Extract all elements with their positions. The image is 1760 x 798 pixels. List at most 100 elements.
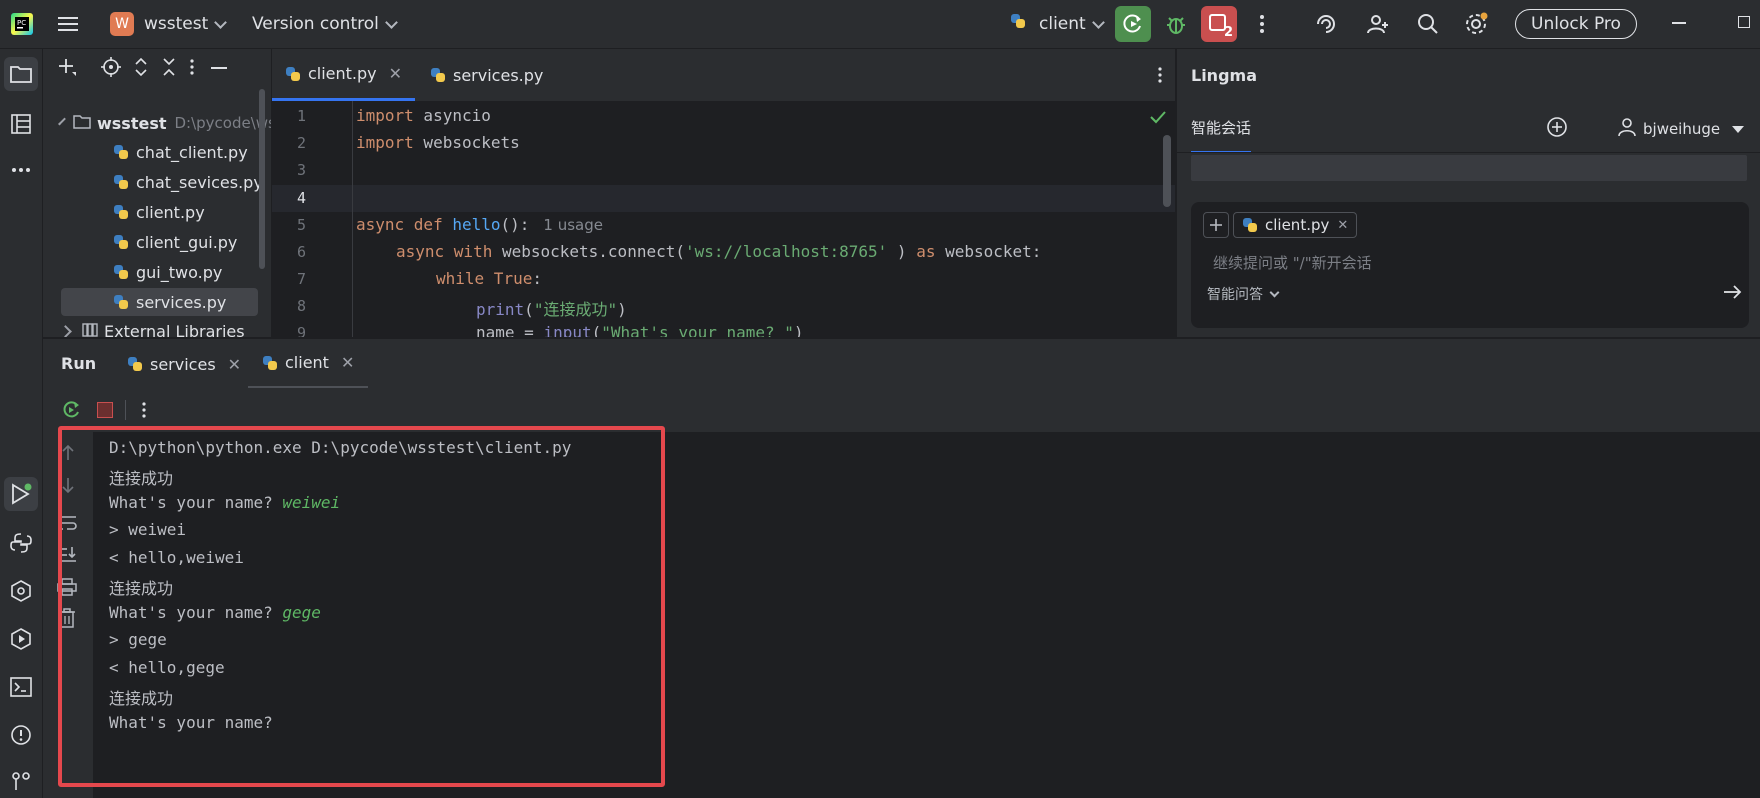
python-file-icon [430,67,446,83]
code-line-1: import asyncio [356,106,491,125]
tree-root-path: D:\pycode\wsstest [174,114,272,132]
python-packages-icon[interactable] [4,526,38,560]
chat-input-box[interactable]: client.py ✕ 继续提问或 "/"新开会话 智能问答 [1191,202,1749,328]
python-file-icon [1242,217,1258,233]
tree-file-row-selected[interactable]: services.py [61,288,258,316]
hide-panel-icon[interactable] [211,67,227,69]
services-icon[interactable] [4,574,38,608]
locate-file-icon[interactable] [101,57,121,81]
run-title: Run [61,354,97,373]
chat-input-placeholder[interactable]: 继续提问或 "/"新开会话 [1213,252,1372,273]
add-context-button[interactable] [1203,212,1229,238]
minimize-button[interactable] [1672,22,1686,24]
collapse-all-icon[interactable] [161,57,177,81]
close-icon[interactable]: ✕ [389,64,402,83]
usage-hint[interactable]: 1 usage [543,216,603,234]
run-config-selector[interactable]: client [1010,0,1105,48]
send-arrow-icon[interactable] [1723,284,1743,304]
tool-window-strip [0,49,43,798]
settings-gear-icon[interactable] [1458,6,1494,42]
git-icon[interactable] [4,764,38,798]
python-icon [1010,13,1032,35]
new-file-icon[interactable] [57,57,79,79]
python-file-icon [113,294,129,310]
debug-icon[interactable] [1158,6,1194,42]
editor-scrollbar[interactable] [1163,135,1171,207]
gutter-divider [352,101,353,337]
tree-file-row[interactable]: client.py [43,198,271,226]
code-line-7: while True: [436,269,542,288]
version-control-menu[interactable]: Version control [252,0,398,48]
rerun-button[interactable] [1115,6,1151,42]
close-icon[interactable]: ✕ [228,355,241,374]
run-tab-services[interactable]: services ✕ [127,339,241,389]
stop-count-badge: 2 [1223,25,1233,40]
stop-button[interactable]: 2 [1201,6,1237,42]
run-tool-icon[interactable] [4,477,38,511]
line-number: 9 [296,324,306,337]
tree-file-row[interactable]: client_gui.py [43,228,271,256]
mode-selector[interactable]: 智能问答 [1207,284,1280,304]
code-line-9: name = input("What's your name? ") [476,323,804,337]
services-play-icon[interactable] [4,622,38,656]
close-icon[interactable]: ✕ [1337,218,1348,233]
python-file-icon [113,144,129,160]
problems-icon[interactable] [4,718,38,752]
tab-smart-chat[interactable]: 智能会话 [1191,117,1252,153]
project-panel: wsstest D:\pycode\wsstest chat_client.py… [43,49,271,337]
close-icon[interactable]: ✕ [341,353,354,372]
main-menu-icon[interactable] [50,6,86,42]
project-folder-icon[interactable] [4,57,38,91]
new-chat-icon[interactable] [1546,116,1568,142]
search-icon[interactable] [1410,6,1446,42]
project-switcher[interactable]: W wsstest [110,0,228,48]
add-user-icon[interactable] [1360,6,1396,42]
unlock-pro-button[interactable]: Unlock Pro [1515,9,1637,39]
tree-external-libraries[interactable]: External Libraries [43,317,271,337]
tree-file-row[interactable]: chat_sevices.py [43,168,271,196]
annotation-highlight-box [58,426,665,787]
svg-text:PC: PC [17,19,26,27]
code-editor[interactable]: 1 2 3 4 5 6 7 8 9 import asyncio import … [272,101,1175,337]
tree-file-row[interactable]: gui_two.py [43,258,271,286]
tree-file-name: chat_sevices.py [136,172,263,192]
options-icon[interactable] [189,58,195,80]
tree-root-wsstest[interactable]: wsstest D:\pycode\wsstest [43,109,271,137]
terminal-icon[interactable] [4,670,38,704]
line-number: 8 [296,297,306,315]
rerun-icon[interactable] [61,400,81,424]
code-line-5: async def hello(): 1 usage [356,215,603,234]
python-file-icon [113,174,129,190]
tab-client-py[interactable]: client.py ✕ [272,49,415,101]
chevron-right-icon [59,324,72,337]
tab-services-py[interactable]: services.py [430,49,543,101]
more-options-icon[interactable] [141,401,147,423]
pycharm-logo-icon[interactable]: PC [4,6,40,42]
run-tab-label: client [285,353,329,372]
more-tools-icon[interactable] [4,153,38,187]
lingma-ai-icon[interactable] [1308,6,1344,42]
tab-label: client.py [307,64,377,83]
line-number: 3 [296,161,306,179]
current-line-highlight [272,185,1175,212]
structure-icon[interactable] [4,107,38,141]
maximize-button[interactable] [1738,16,1750,28]
expand-all-icon[interactable] [133,57,149,81]
code-line-6: async with websockets.connect('ws://loca… [396,242,1042,261]
python-file-icon [113,264,129,280]
tree-file-row[interactable]: chat_client.py [43,138,271,166]
context-file-name: client.py [1265,216,1330,234]
chevron-down-icon [384,15,398,29]
caret-down-icon [1732,125,1745,133]
project-scrollbar[interactable] [259,89,265,269]
user-name: bjweihuge [1643,120,1721,138]
more-actions-icon[interactable] [1244,6,1280,42]
user-menu[interactable]: bjweihuge [1617,117,1745,141]
editor-tabs-more-icon[interactable] [1157,66,1163,88]
run-tab-client[interactable]: client ✕ [248,339,369,389]
chat-history-area [1191,155,1747,181]
python-file-icon [285,66,301,82]
no-problems-check-icon[interactable] [1150,109,1166,128]
context-file-chip[interactable]: client.py ✕ [1233,212,1358,238]
stop-icon[interactable] [97,402,113,418]
